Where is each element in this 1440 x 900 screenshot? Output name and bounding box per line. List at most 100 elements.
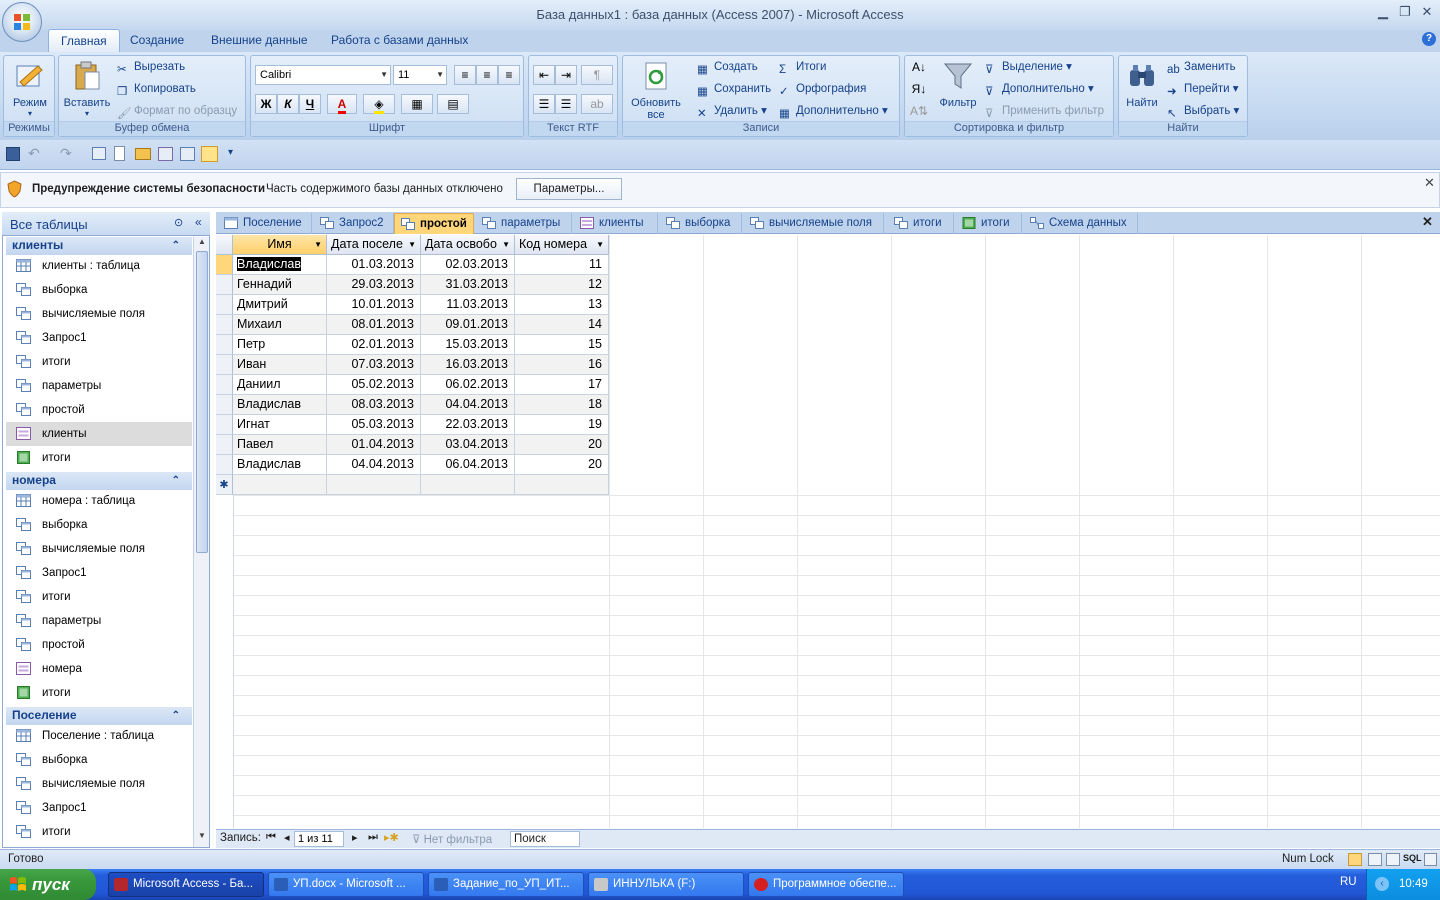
nav-item[interactable]: вычисляемые поля [6,772,192,796]
nav-item[interactable]: параметры [6,609,192,633]
delete-record-button[interactable]: ✕ Удалить ▾ [697,102,767,120]
new-row-cell[interactable] [233,475,327,495]
table-cell[interactable]: 02.03.2013 [421,255,515,275]
font-color-button[interactable]: A [327,94,357,114]
table-cell[interactable]: 09.01.2013 [421,315,515,335]
table-cell[interactable]: 15.03.2013 [421,335,515,355]
redo-icon[interactable]: ↷ [60,145,72,162]
refresh-all-button[interactable]: Обновить все [625,60,687,121]
table-cell[interactable]: 11.03.2013 [421,295,515,315]
doc-tab-calculated[interactable]: вычисляемые поля [744,213,884,234]
chevron-down-icon[interactable]: ▼ [596,235,604,254]
open-folder-icon[interactable] [135,148,151,160]
format-painter-button[interactable]: 🖌 Формат по образцу [117,102,237,120]
save-record-button[interactable]: ▦ Сохранить [697,80,771,98]
row-selector[interactable] [216,335,233,355]
nav-dropdown-icon[interactable]: ⊙ [174,216,183,229]
close-window-button[interactable]: ✕ [1416,5,1438,21]
taskbar-word-2[interactable]: Задание_по_УП_ИТ... [428,872,584,897]
decrease-indent-button[interactable]: ⇤ [533,65,555,85]
new-record-nav-icon[interactable]: ▸✱ [384,831,399,844]
first-record-icon[interactable]: ⏮ [266,831,276,844]
collapse-group-icon[interactable]: ⌃ [172,472,180,489]
nav-item[interactable]: итоги [6,350,192,374]
nav-group-settlement[interactable]: Поселение ⌃ [6,707,192,725]
nav-group-clients[interactable]: клиенты ⌃ [6,237,192,255]
table-cell[interactable]: 08.01.2013 [327,315,421,335]
chevron-down-icon[interactable]: ▼ [314,235,322,254]
form-icon[interactable] [158,147,173,161]
replace-button[interactable]: ab Заменить [1167,58,1236,76]
previous-record-icon[interactable]: ◂ [284,831,290,844]
close-document-icon[interactable]: ✕ [1422,214,1433,230]
table-cell[interactable]: 04.04.2013 [421,395,515,415]
filter-button[interactable]: Фильтр [933,60,983,109]
scroll-up-icon[interactable]: ▲ [196,237,208,251]
table-cell[interactable]: 16.03.2013 [421,355,515,375]
table-cell[interactable]: 16 [515,355,609,375]
nav-header[interactable]: Все таблицы ⊙ « [2,212,210,236]
row-selector[interactable] [216,375,233,395]
column-header-checkout[interactable]: Дата освобо ▼ [421,235,515,255]
numbered-list-button[interactable]: ☰ [533,94,555,114]
row-selector[interactable] [216,275,233,295]
spelling-button[interactable]: ✓ Орфография [779,80,866,98]
column-header-checkin[interactable]: Дата поселе ▼ [327,235,421,255]
sql-view-button[interactable]: SQL [1403,853,1422,863]
table-cell[interactable]: Иван [233,355,327,375]
select-all-cell[interactable] [216,235,233,255]
office-button[interactable] [2,2,42,42]
security-options-button[interactable]: Параметры... [516,178,622,200]
query-design-icon[interactable] [201,146,218,162]
table-cell[interactable]: 11 [515,255,609,275]
table-cell[interactable]: 06.04.2013 [421,455,515,475]
nav-item[interactable]: номера [6,657,192,681]
bold-button[interactable]: Ж [255,94,277,114]
taskbar-word-1[interactable]: УП.docx - Microsoft ... [268,872,424,897]
doc-tab-totals-report[interactable]: итоги [956,213,1022,234]
doc-tab-selection[interactable]: выборка [660,213,742,234]
nav-item[interactable]: вычисляемые поля [6,537,192,561]
tray-expand-icon[interactable]: ‹ [1375,877,1389,891]
table-cell[interactable]: 05.03.2013 [327,415,421,435]
table-cell[interactable]: 18 [515,395,609,415]
nav-group-rooms[interactable]: номера ⌃ [6,472,192,490]
apply-filter-button[interactable]: ⊽ Применить фильтр [985,102,1104,120]
table-cell[interactable]: 17 [515,375,609,395]
taskbar-explorer[interactable]: ИННУЛЬКА (F:) [588,872,744,897]
tab-external-data[interactable]: Внешние данные [199,29,320,52]
table-cell[interactable]: 13 [515,295,609,315]
cut-button[interactable]: ✂ Вырезать [117,58,185,76]
highlight-button[interactable]: ab [581,94,613,114]
table-cell[interactable]: 08.03.2013 [327,395,421,415]
table-cell[interactable]: 19 [515,415,609,435]
align-left-button[interactable]: ≡ [454,65,476,85]
table-cell[interactable]: 03.04.2013 [421,435,515,455]
table-cell[interactable]: Владислав [233,455,327,475]
report-icon[interactable] [180,147,195,161]
start-button[interactable]: пуск [0,869,96,900]
tab-home[interactable]: Главная [48,29,120,52]
column-header-name[interactable]: Имя ▼ [233,235,327,255]
table-cell[interactable]: 31.03.2013 [421,275,515,295]
row-selector[interactable] [216,395,233,415]
nav-item[interactable]: итоги [6,585,192,609]
tab-create[interactable]: Создание [118,29,196,52]
nav-item[interactable]: простой [6,398,192,422]
close-security-bar-icon[interactable]: ✕ [1424,175,1435,191]
new-row-cell[interactable] [421,475,515,495]
align-center-button[interactable]: ≡ [476,65,498,85]
table-cell[interactable]: Геннадий [233,275,327,295]
table-cell[interactable]: Павел [233,435,327,455]
doc-tab-clients[interactable]: клиенты [574,213,658,234]
copy-button[interactable]: ❐ Копировать [117,80,196,98]
help-icon[interactable]: ? [1422,32,1436,46]
table-cell[interactable]: 07.03.2013 [327,355,421,375]
chevron-down-icon[interactable]: ▼ [502,235,510,254]
nav-item[interactable]: Запрос1 [6,326,192,350]
record-position-input[interactable]: 1 из 11 [294,831,344,847]
paragraph-direction-button[interactable]: ¶ [581,65,613,85]
table-cell[interactable]: 04.04.2013 [327,455,421,475]
doc-tab-simple[interactable]: простой [394,213,474,234]
taskbar-access[interactable]: Microsoft Access - Ба... [108,872,264,897]
